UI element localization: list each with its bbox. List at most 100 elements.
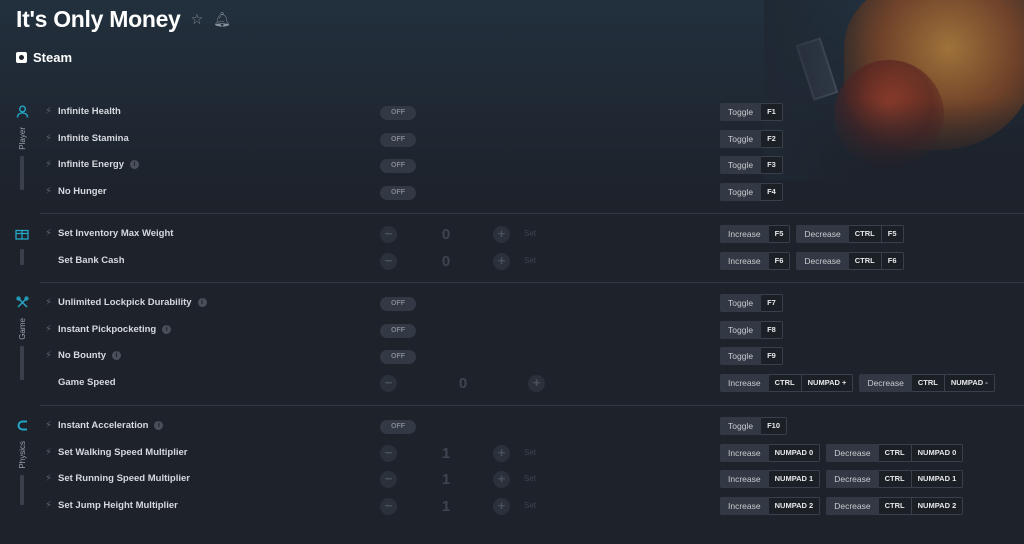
value-display[interactable]: 0 (436, 226, 456, 243)
cheat-toggle[interactable]: OFF (380, 186, 416, 200)
value-display[interactable]: 0 (453, 375, 473, 392)
decrease-button[interactable]: − (380, 375, 397, 392)
hotkeys: Toggle F9 (720, 347, 783, 365)
value-display[interactable]: 1 (436, 498, 456, 515)
hotkey-increase[interactable]: Increase NUMPAD 1 (720, 470, 821, 488)
set-button[interactable]: Set (524, 501, 536, 510)
hotkey-decrease[interactable]: Decrease CTRL NUMPAD 0 (826, 444, 964, 462)
hotkey-toggle[interactable]: Toggle F2 (720, 130, 783, 148)
hotkeys: Increase NUMPAD 2 Decrease CTRL NUMPAD 2 (720, 497, 964, 515)
hotkey-decrease[interactable]: Decrease CTRL F6 (796, 252, 904, 270)
hotkeys: Toggle F8 (720, 321, 783, 339)
info-icon[interactable]: i (112, 351, 122, 360)
increase-button[interactable]: + (493, 253, 510, 270)
hotkey-increase[interactable]: Increase CTRL NUMPAD + (720, 374, 854, 392)
cheat-row: ⚡ Set Jump Height Multiplier − 1 + Set I… (12, 497, 1024, 517)
section-divider (40, 282, 1024, 283)
cheat-toggle[interactable]: OFF (380, 106, 416, 120)
cheat-row: ⚡ Infinite Stamina OFF Toggle F2 (12, 130, 1024, 150)
cheat-row: ⚡ Infinite Health OFF Toggle F1 (12, 103, 1024, 123)
hotkey-decrease[interactable]: Decrease CTRL NUMPAD 2 (826, 497, 964, 515)
cheat-toggle[interactable]: OFF (380, 420, 416, 434)
increase-button[interactable]: + (493, 498, 510, 515)
decrease-button[interactable]: − (380, 498, 397, 515)
hotkey-toggle[interactable]: Toggle F7 (720, 294, 783, 312)
title-row: It's Only Money ☆ 🔔︎ (16, 6, 231, 33)
hotkey-toggle[interactable]: Toggle F1 (720, 103, 783, 121)
cheat-name: Set Walking Speed Multiplier (58, 447, 188, 458)
hotkey-increase[interactable]: Increase F5 (720, 225, 791, 243)
hotkey-increase[interactable]: Increase F6 (720, 252, 791, 270)
section-divider (40, 405, 1024, 406)
value-display[interactable]: 1 (436, 471, 456, 488)
cheat-toggle[interactable]: OFF (380, 159, 416, 173)
star-icon[interactable]: ☆ (191, 11, 204, 28)
decrease-button[interactable]: − (380, 445, 397, 462)
bell-icon[interactable]: 🔔︎ (213, 11, 231, 28)
cheat-name: Unlimited Lockpick Durability i (58, 297, 207, 308)
bolt-icon: ⚡ (45, 159, 53, 170)
set-button[interactable]: Set (524, 229, 536, 238)
info-icon[interactable]: i (162, 325, 172, 334)
hotkeys: Toggle F4 (720, 183, 783, 201)
steam-icon (16, 52, 27, 63)
cheat-row: ⚡ Unlimited Lockpick Durability i OFF Tog… (12, 294, 1024, 314)
hotkey-decrease[interactable]: Decrease CTRL NUMPAD - (859, 374, 995, 392)
hotkeys: Toggle F3 (720, 156, 783, 174)
info-icon[interactable]: i (129, 160, 139, 169)
hotkeys: Increase F5 Decrease CTRL F5 (720, 225, 904, 243)
set-button[interactable]: Set (524, 448, 536, 457)
bolt-icon: ⚡ (45, 228, 53, 239)
cheat-toggle[interactable]: OFF (380, 133, 416, 147)
set-button[interactable]: Set (524, 256, 536, 265)
hotkeys: Increase NUMPAD 1 Decrease CTRL NUMPAD 1 (720, 470, 964, 488)
cheat-row: ⚡ No Hunger OFF Toggle F4 (12, 183, 1024, 203)
bolt-icon: ⚡ (45, 297, 53, 308)
cheat-toggle[interactable]: OFF (380, 324, 416, 338)
hotkey-toggle[interactable]: Toggle F3 (720, 156, 783, 174)
bolt-icon: ⚡ (45, 350, 53, 361)
hotkey-toggle[interactable]: Toggle F4 (720, 183, 783, 201)
hotkey-increase[interactable]: Increase NUMPAD 2 (720, 497, 821, 515)
cheat-name: No Hunger (58, 186, 107, 197)
hotkeys: Increase CTRL NUMPAD + Decrease CTRL NUMPAD … (720, 374, 995, 392)
section-inventory: ⚡ Set Inventory Max Weight − 0 + Set Inc… (12, 225, 1024, 281)
hotkey-increase[interactable]: Increase NUMPAD 0 (720, 444, 821, 462)
cheat-toggle[interactable]: OFF (380, 297, 416, 311)
decrease-button[interactable]: − (380, 471, 397, 488)
bolt-icon: ⚡ (45, 500, 53, 511)
section-divider (40, 213, 1024, 214)
game-title: It's Only Money (16, 6, 181, 32)
increase-button[interactable]: + (493, 471, 510, 488)
cheat-row: ⚡ No Bounty i OFF Toggle F9 (12, 347, 1024, 367)
hotkey-toggle[interactable]: Toggle F8 (720, 321, 783, 339)
section-player: Player ⚡ Infinite Health OFF Toggle F1 ⚡ … (12, 101, 1024, 211)
cheat-name: Instant Acceleration i (58, 420, 164, 431)
hotkey-toggle[interactable]: Toggle F9 (720, 347, 783, 365)
hotkeys: Increase F6 Decrease CTRL F6 (720, 252, 904, 270)
hotkey-decrease[interactable]: Decrease CTRL NUMPAD 1 (826, 470, 964, 488)
platform-name: Steam (33, 50, 73, 65)
decrease-button[interactable]: − (380, 253, 397, 270)
increase-button[interactable]: + (528, 375, 545, 392)
cheat-row: ⚡ Set Walking Speed Multiplier − 1 + Set… (12, 444, 1024, 464)
increase-button[interactable]: + (493, 226, 510, 243)
cheat-name: Set Inventory Max Weight (58, 228, 174, 239)
info-icon[interactable]: i (197, 298, 207, 307)
cheat-name: Infinite Health (58, 106, 121, 117)
increase-button[interactable]: + (493, 445, 510, 462)
value-display[interactable]: 0 (436, 253, 456, 270)
hotkey-decrease[interactable]: Decrease CTRL F5 (796, 225, 904, 243)
bolt-icon: ⚡ (45, 186, 53, 197)
info-icon[interactable]: i (154, 421, 164, 430)
hotkeys: Toggle F10 (720, 417, 787, 435)
cheat-row: ⚡ Set Running Speed Multiplier − 1 + Set… (12, 470, 1024, 490)
cheat-row: Set Bank Cash − 0 + Set Increase F6 Decre… (12, 252, 1024, 272)
value-display[interactable]: 1 (436, 445, 456, 462)
decrease-button[interactable]: − (380, 226, 397, 243)
set-button[interactable]: Set (524, 474, 536, 483)
hotkeys: Toggle F7 (720, 294, 783, 312)
hotkey-toggle[interactable]: Toggle F10 (720, 417, 787, 435)
cheat-name: Infinite Stamina (58, 133, 129, 144)
cheat-toggle[interactable]: OFF (380, 350, 416, 364)
